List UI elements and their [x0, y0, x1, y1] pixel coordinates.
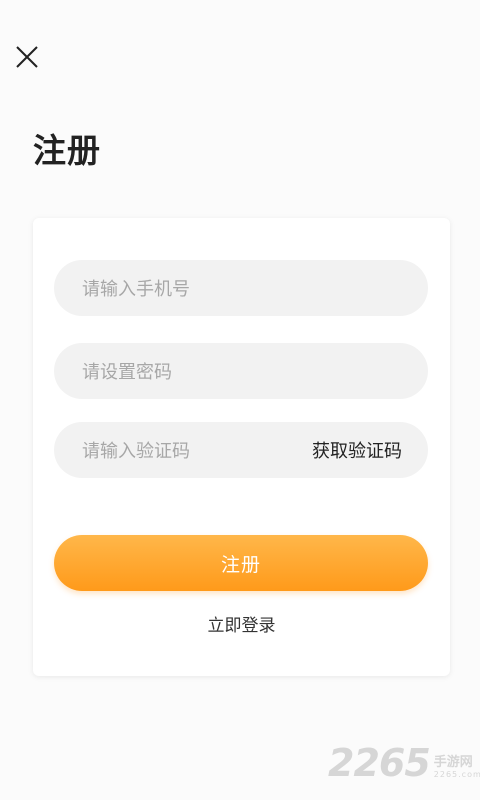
verification-code-input[interactable]: 请输入验证码 获取验证码 — [54, 422, 428, 478]
phone-input[interactable]: 请输入手机号 — [54, 260, 428, 316]
watermark-domain: 2265.com — [433, 770, 480, 779]
password-input[interactable]: 请设置密码 — [54, 343, 428, 399]
login-link[interactable]: 立即登录 — [33, 611, 450, 636]
close-icon — [16, 46, 38, 68]
close-button[interactable] — [14, 44, 40, 70]
code-placeholder: 请输入验证码 — [82, 441, 190, 462]
password-placeholder: 请设置密码 — [82, 362, 172, 383]
get-code-button[interactable]: 获取验证码 — [312, 437, 402, 463]
watermark-number: 2265 — [328, 741, 431, 785]
register-card: 请输入手机号 请设置密码 请输入验证码 获取验证码 注册 立即登录 — [33, 218, 450, 676]
phone-placeholder: 请输入手机号 — [82, 279, 190, 300]
watermark-site-name: 手游网 — [433, 755, 473, 770]
watermark-logo: 2265 手游网 2265.com — [328, 744, 480, 782]
register-button[interactable]: 注册 — [54, 535, 428, 591]
page-title: 注册 — [33, 131, 101, 170]
